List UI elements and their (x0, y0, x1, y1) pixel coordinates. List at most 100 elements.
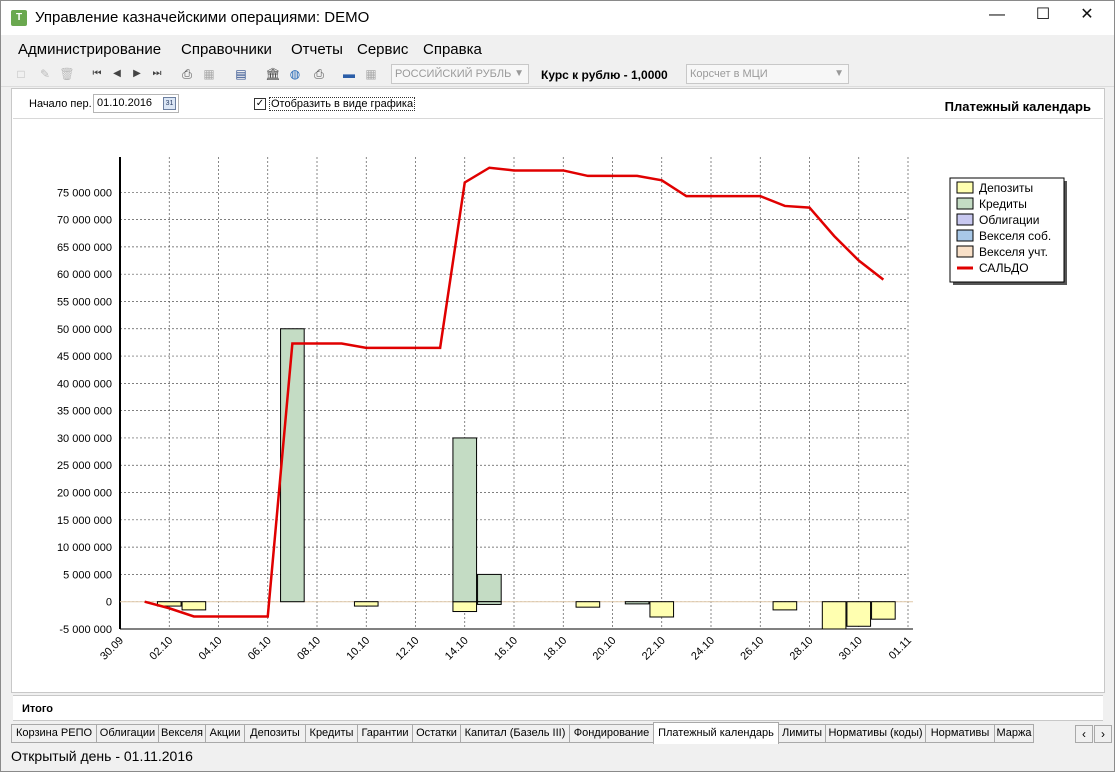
bank-icon[interactable]: 🏛 (265, 66, 281, 82)
tab-item[interactable]: Остатки (412, 724, 461, 743)
menu-bar: Администрирование Справочники Отчеты Сер… (1, 37, 1114, 61)
y-tick-label: 55 000 000 (57, 296, 112, 308)
edit-icon[interactable]: ✎ (37, 66, 53, 82)
legend-swatch (956, 181, 974, 194)
x-tick-label: 16.10 (492, 635, 520, 663)
tab-item[interactable]: Фондирование (569, 724, 654, 743)
delete-icon[interactable]: 🗑 (59, 66, 75, 82)
status-text: Открытый день - 01.11.2016 (11, 748, 193, 764)
x-tick-label: 01.11 (887, 635, 914, 662)
tab-item[interactable]: Акции (205, 724, 245, 743)
status-bar: Открытый день - 01.11.2016 (1, 745, 1114, 771)
menu-service[interactable]: Сервис (357, 41, 408, 58)
x-tick-label: 30.10 (837, 635, 865, 663)
bar (575, 601, 601, 608)
bar (649, 601, 675, 618)
y-tick-label: 10 000 000 (57, 542, 112, 554)
total-label: Итого (22, 703, 54, 715)
menu-help[interactable]: Справка (423, 41, 482, 58)
tab-item[interactable]: Депозиты (244, 724, 306, 743)
bar (477, 601, 502, 605)
printer-settings-icon[interactable]: ⎙ (311, 66, 327, 82)
tab-scroll-left-icon[interactable]: ‹ (1075, 725, 1093, 743)
table-icon[interactable]: ▦ (363, 66, 379, 82)
tab-item[interactable]: Гарантии (357, 724, 413, 743)
close-button[interactable]: ✕ (1064, 1, 1110, 31)
y-tick-label: 75 000 000 (57, 187, 112, 199)
tab-item[interactable]: Маржа (994, 724, 1034, 743)
x-tick-label: 04.10 (197, 635, 225, 663)
toolbar: □ ✎ 🗑 ⏮ ◀ ▶ ⏭ ⎙ ▦ ▤ 🏛 ◍ ⎙ ▬ ▦ РОССИЙСКИЙ… (1, 61, 1114, 87)
print-icon[interactable]: ⎙ (179, 66, 195, 82)
account-select[interactable]: Корсчет в МЦИ ▼ (686, 64, 849, 84)
tab-item[interactable]: Нормативы (925, 724, 995, 743)
y-tick-label: 30 000 000 (57, 433, 112, 445)
y-tick-label: 60 000 000 (57, 269, 112, 281)
legend-swatch (956, 197, 974, 210)
minimize-button[interactable]: — (974, 1, 1020, 31)
x-tick-label: 18.10 (541, 635, 569, 663)
legend-swatch (956, 245, 974, 258)
last-record-icon[interactable]: ⏭ (149, 66, 165, 82)
legend-label: Кредиты (979, 197, 1027, 211)
x-tick-label: 14.10 (443, 635, 471, 663)
show-chart-checkbox[interactable]: ✓ (254, 98, 266, 110)
y-tick-label: 70 000 000 (57, 215, 112, 227)
x-tick-label: 10.10 (344, 635, 372, 663)
menu-administration[interactable]: Администрирование (18, 41, 161, 58)
window-icon[interactable]: ▬ (341, 66, 357, 82)
panel-title: Платежный календарь (944, 99, 1091, 114)
legend-label: Векселя соб. (979, 229, 1051, 243)
globe-icon[interactable]: ◍ (287, 66, 303, 82)
bar (353, 601, 379, 607)
y-tick-label: 25 000 000 (57, 460, 112, 472)
chevron-down-icon: ▼ (834, 68, 844, 79)
x-tick-label: 22.10 (640, 635, 668, 663)
y-tick-label: 0 (106, 597, 112, 609)
filter-bar: Начало пер. 01.10.2016 31 ✓ Отобразить в… (13, 89, 1103, 119)
exchange-rate-label: Курс к рублю - 1,0000 (541, 68, 668, 82)
bar (280, 328, 305, 603)
menu-directories[interactable]: Справочники (181, 41, 272, 58)
y-tick-label: 5 000 000 (63, 569, 112, 581)
x-tick-label: 20.10 (591, 635, 619, 663)
account-select-value: Корсчет в МЦИ (690, 68, 768, 80)
tab-item[interactable]: Кредиты (305, 724, 358, 743)
report-icon[interactable]: ▤ (233, 66, 249, 82)
title-bar[interactable]: T Управление казначейскими операциями: D… (1, 1, 1114, 35)
tab-item[interactable]: Облигации (96, 724, 159, 743)
chevron-down-icon: ▼ (514, 68, 524, 79)
currency-select-value: РОССИЙСКИЙ РУБЛЬ (395, 68, 512, 80)
tab-item[interactable]: Лимиты (778, 724, 826, 743)
export-icon[interactable]: ▦ (201, 66, 217, 82)
x-tick-label: 28.10 (788, 635, 816, 663)
maximize-button[interactable]: ☐ (1020, 1, 1066, 31)
start-date-input[interactable]: 01.10.2016 31 (93, 94, 179, 113)
previous-record-icon[interactable]: ◀ (109, 66, 125, 82)
tab-item[interactable]: Капитал (Базель III) (460, 724, 570, 743)
start-date-value: 01.10.2016 (97, 97, 153, 109)
x-tick-label: 26.10 (738, 635, 766, 663)
y-tick-label: 40 000 000 (57, 378, 112, 390)
calendar-icon[interactable]: 31 (163, 97, 176, 110)
tab-strip: Корзина РЕПО Облигации Векселя Акции Депозит… (11, 722, 1075, 744)
currency-select[interactable]: РОССИЙСКИЙ РУБЛЬ ▼ (391, 64, 529, 84)
bar (772, 601, 798, 611)
bar (871, 601, 896, 620)
tab-scroll-right-icon[interactable]: › (1094, 725, 1112, 743)
first-record-icon[interactable]: ⏮ (89, 66, 105, 82)
menu-reports[interactable]: Отчеты (291, 41, 343, 58)
tab-item[interactable]: Векселя (158, 724, 206, 743)
tab-item[interactable]: Платежный календарь (653, 722, 779, 744)
next-record-icon[interactable]: ▶ (129, 66, 145, 82)
bar (181, 601, 207, 611)
bar (452, 601, 478, 613)
tab-item[interactable]: Нормативы (коды) (825, 724, 926, 743)
show-chart-label[interactable]: Отобразить в виде графика (269, 97, 416, 111)
payment-calendar-chart: -5 000 000 0 5 000 000 10 000 000 15 000 000… (57, 157, 1067, 663)
tab-item[interactable]: Корзина РЕПО (11, 724, 97, 743)
new-document-icon[interactable]: □ (13, 66, 29, 82)
start-period-label: Начало пер. (29, 98, 92, 110)
x-tick-label: 12.10 (394, 635, 422, 663)
legend-swatch (956, 213, 974, 226)
